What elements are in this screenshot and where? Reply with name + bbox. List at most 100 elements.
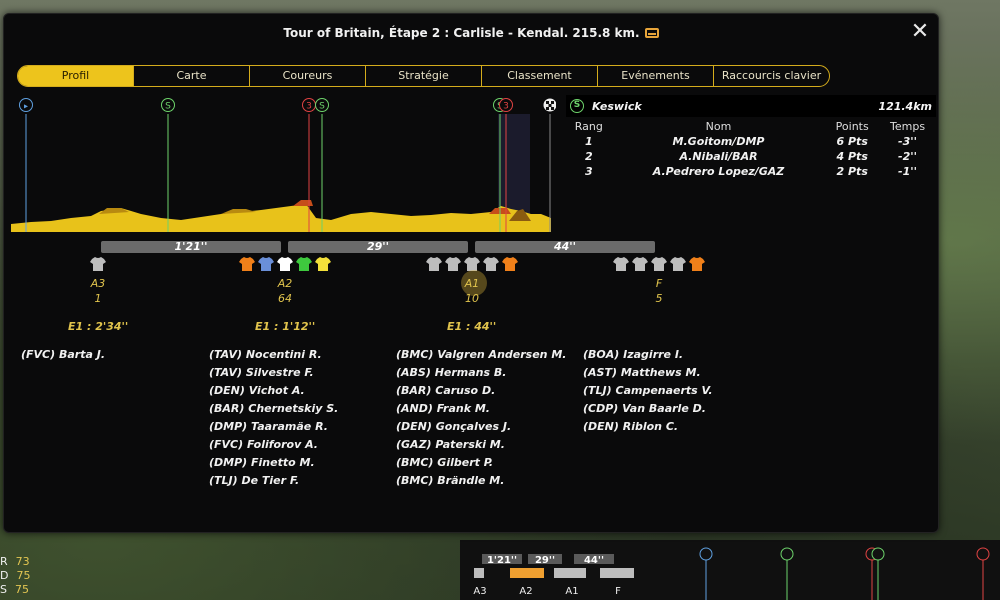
stage-profile-chart[interactable]: ▸ S 3 S S 3 (11, 96, 556, 236)
rider-name[interactable]: (FVC) Foliforov A. (209, 436, 338, 454)
mini-jersey-icon (554, 568, 586, 578)
group-label: F (655, 277, 663, 290)
sprint-time-cell: -2'' (898, 150, 917, 163)
gap-bar: 44'' (475, 241, 655, 253)
rider-name[interactable]: (AST) Matthews M. (583, 364, 713, 382)
tab-evenements[interactable]: Evénements (598, 66, 714, 86)
group-ecart: E1 : 2'34'' (68, 320, 129, 333)
rider-name[interactable]: (CDP) Van Baarle D. (583, 400, 713, 418)
rider-name[interactable]: (DMP) Taaramäe R. (209, 418, 338, 436)
group-label: A1 (464, 277, 480, 290)
group-ecart: E1 : 44'' (447, 320, 497, 333)
group-count: 1 (94, 292, 102, 305)
tab-carte[interactable]: Carte (134, 66, 250, 86)
rider-name[interactable]: (BAR) Caruso D. (396, 382, 566, 400)
jersey-icon (632, 257, 648, 271)
stat-row: S 75 (0, 583, 29, 596)
monitor-icon[interactable] (644, 28, 659, 38)
finish-flag-square (546, 107, 549, 110)
rider-name[interactable]: (BMC) Valgren Andersen M. (396, 346, 566, 364)
stat-row: D 75 (0, 569, 31, 582)
sprint-points-cell: 6 Pts (836, 135, 868, 148)
jersey-icon (483, 257, 499, 271)
tab-strategie[interactable]: Stratégie (366, 66, 482, 86)
sprint-distance: 121.4km (878, 99, 932, 113)
rider-name[interactable]: (DEN) Riblon C. (583, 418, 713, 436)
riders-list-a2: (TAV) Nocentini R. (TAV) Silvestre F. (DEN… (209, 346, 338, 490)
tab-classement[interactable]: Classement (482, 66, 598, 86)
rider-name[interactable]: (TAV) Silvestre F. (209, 364, 338, 382)
mini-climb-icon (976, 547, 990, 561)
jersey-icon (315, 257, 331, 271)
mini-group-label: F (615, 586, 621, 597)
finish-flag-square (551, 101, 554, 104)
gap-bar: 29'' (288, 241, 468, 253)
mini-jersey-icon (510, 568, 544, 578)
rider-name[interactable]: (TLJ) De Tier F. (209, 472, 338, 490)
col-name: Nom (705, 120, 732, 133)
mini-group-label: A3 (473, 586, 486, 597)
mini-gap-label: 1'21'' (487, 555, 517, 566)
mini-group-label: A1 (565, 586, 578, 597)
rider-name[interactable]: (TAV) Nocentini R. (209, 346, 338, 364)
mini-gap-label: 29'' (535, 555, 555, 566)
dialog-titlebar: Tour of Britain, Étape 2 : Carlisle - Ke… (4, 14, 938, 52)
riders-list-a3: (FVC) Barta J. (21, 346, 105, 364)
sprint-results-table: Rang Nom Points Temps 1 M.Goitom/DMP 6 Pts… (566, 119, 936, 179)
group-a1[interactable]: A1 10 (452, 277, 492, 306)
jersey-icon (689, 257, 705, 271)
sprint-rank-cell: 2 (585, 150, 593, 163)
close-button[interactable]: ✕ (909, 21, 931, 44)
sprint-time-cell: -1'' (898, 165, 917, 178)
group-a3[interactable]: A3 1 (78, 277, 118, 306)
sprint-points-cell: 2 Pts (836, 165, 868, 178)
sprint-glyph: S (319, 102, 325, 112)
mini-race-strip[interactable]: 1'21'' 29'' 44'' A3 A2 A1 F (460, 540, 1000, 600)
stat-row: R 73 (0, 555, 30, 568)
climb-glyph: 3 (503, 102, 509, 112)
jersey-icon (445, 257, 461, 271)
jersey-icon (258, 257, 274, 271)
tab-profil[interactable]: Profil (18, 66, 134, 86)
group-a2[interactable]: A2 64 (265, 277, 305, 306)
sprint-time-cell: -3'' (898, 135, 917, 148)
sprint-name-cell: M.Goitom/DMP (672, 135, 765, 148)
climb-glyph: 3 (306, 102, 312, 112)
rider-name[interactable]: (AND) Frank M. (396, 400, 566, 418)
table-row: 1 M.Goitom/DMP 6 Pts -3'' (566, 134, 936, 149)
finish-flag-square (551, 107, 554, 110)
sprint-name-cell: A.Pedrero Lopez/GAZ (652, 165, 785, 178)
rider-name[interactable]: (BMC) Gilbert P. (396, 454, 566, 472)
rider-name[interactable]: (BOA) Izagirre I. (583, 346, 713, 364)
jersey-icon (277, 257, 293, 271)
rider-name[interactable]: (BAR) Chernetskiy S. (209, 400, 338, 418)
tab-raccourcis[interactable]: Raccourcis clavier (714, 66, 829, 86)
rider-stats-panel: R 73 D 75 S 75 (0, 555, 30, 597)
group-jerseys-a2 (239, 256, 331, 272)
group-f[interactable]: F 5 (639, 277, 679, 306)
sprint-rank-cell: 3 (585, 165, 593, 178)
mini-sprint-icon (871, 547, 885, 561)
rider-name[interactable]: (DEN) Gonçalves J. (396, 418, 566, 436)
table-row: 3 A.Pedrero Lopez/GAZ 2 Pts -1'' (566, 164, 936, 179)
col-time: Temps (890, 120, 926, 133)
rider-name[interactable]: (GAZ) Paterski M. (396, 436, 566, 454)
sprint-location: Keswick (592, 99, 642, 113)
rider-name[interactable]: (FVC) Barta J. (21, 346, 105, 364)
riders-list-a1: (BMC) Valgren Andersen M. (ABS) Hermans B… (396, 346, 566, 490)
group-label: A3 (90, 277, 106, 290)
tab-coureurs[interactable]: Coureurs (250, 66, 366, 86)
finish-flag-square (548, 104, 552, 107)
col-points: Points (835, 120, 869, 133)
rider-name[interactable]: (TLJ) Campenaerts V. (583, 382, 713, 400)
jersey-icon (239, 257, 255, 271)
rider-name[interactable]: (DMP) Finetto M. (209, 454, 338, 472)
group-jerseys-f (613, 256, 705, 272)
sprint-header: S Keswick 121.4km (566, 95, 936, 117)
jersey-icon (296, 257, 312, 271)
sprint-icon: S (570, 99, 584, 113)
col-rank: Rang (574, 120, 603, 133)
rider-name[interactable]: (BMC) Brändle M. (396, 472, 566, 490)
rider-name[interactable]: (DEN) Vichot A. (209, 382, 338, 400)
rider-name[interactable]: (ABS) Hermans B. (396, 364, 566, 382)
